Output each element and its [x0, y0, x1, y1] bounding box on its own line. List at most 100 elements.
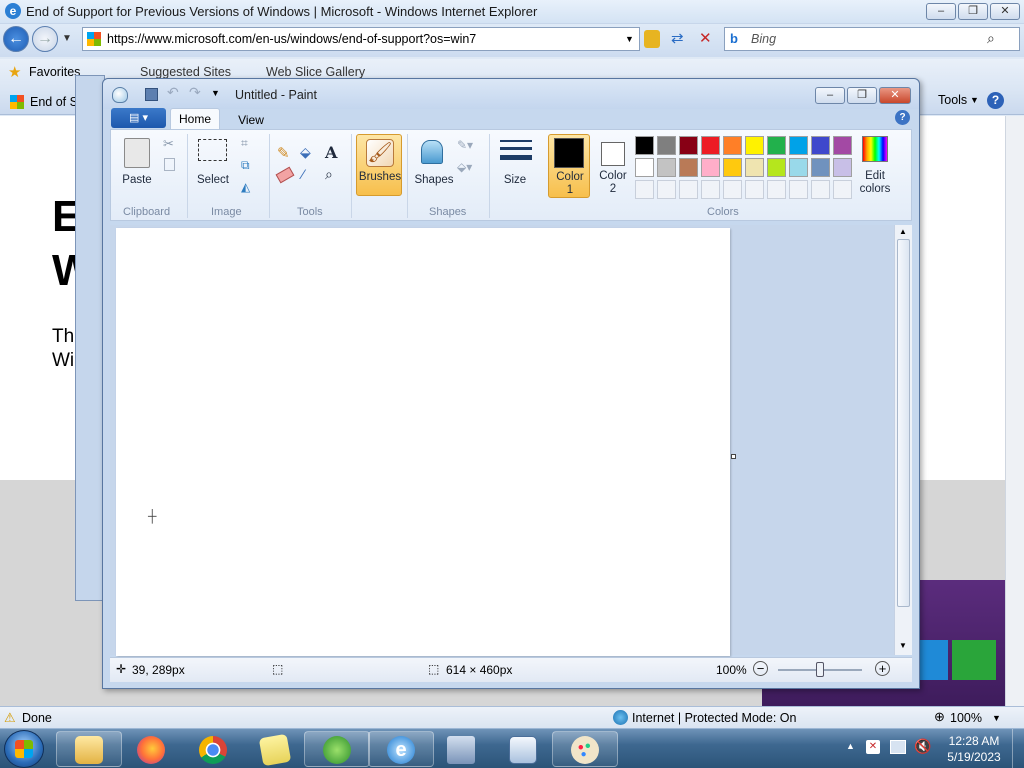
tools-menu[interactable]: Tools: [938, 93, 967, 107]
eraser-icon[interactable]: [275, 166, 295, 184]
tab-view[interactable]: View: [230, 110, 272, 130]
tools-chevron-icon[interactable]: ▼: [970, 95, 979, 105]
color2-button[interactable]: Color 2: [593, 134, 633, 198]
zoom-dropdown-icon[interactable]: ▼: [992, 713, 1001, 723]
scroll-up-icon[interactable]: ▲: [899, 227, 907, 236]
taskbar-firefox[interactable]: [118, 731, 184, 767]
palette-swatch[interactable]: [701, 158, 720, 177]
palette-swatch[interactable]: [767, 136, 786, 155]
palette-empty-swatch[interactable]: [767, 180, 786, 199]
close-button[interactable]: ✕: [990, 3, 1020, 20]
palette-swatch[interactable]: [635, 136, 654, 155]
action-center-icon[interactable]: ✕: [866, 740, 880, 754]
fill-icon[interactable]: ⬙: [300, 144, 311, 161]
palette-swatch[interactable]: [789, 158, 808, 177]
palette-swatch[interactable]: [679, 158, 698, 177]
undo-icon[interactable]: ↶: [167, 84, 179, 101]
web-slice-gallery-link[interactable]: Web Slice Gallery: [266, 65, 365, 79]
address-bar[interactable]: https://www.microsoft.com/en-us/windows/…: [82, 27, 640, 51]
palette-swatch[interactable]: [745, 158, 764, 177]
taskbar-wordpad[interactable]: [490, 731, 556, 767]
taskbar-internet-explorer[interactable]: e: [368, 731, 434, 767]
palette-empty-swatch[interactable]: [635, 180, 654, 199]
suggested-sites-link[interactable]: Suggested Sites: [140, 65, 231, 79]
network-icon[interactable]: [890, 740, 906, 754]
ie-vertical-scrollbar[interactable]: [1005, 116, 1024, 706]
lock-icon[interactable]: [644, 30, 660, 48]
pencil-icon[interactable]: ✎: [277, 144, 290, 162]
zoom-slider[interactable]: [778, 662, 862, 677]
address-dropdown-icon[interactable]: ▼: [625, 34, 634, 44]
status-zone[interactable]: Internet | Protected Mode: On: [632, 711, 796, 725]
canvas-vertical-scrollbar[interactable]: ▲ ▼: [894, 225, 912, 655]
crop-icon[interactable]: ⌗: [241, 136, 248, 151]
zoom-slider-thumb[interactable]: [816, 662, 824, 677]
palette-empty-swatch[interactable]: [789, 180, 808, 199]
palette-swatch[interactable]: [723, 158, 742, 177]
redo-icon[interactable]: ↷: [189, 84, 201, 101]
palette-swatch[interactable]: [833, 136, 852, 155]
rotate-icon[interactable]: ◭: [241, 180, 250, 194]
paint-help-icon[interactable]: ?: [895, 110, 910, 125]
help-icon[interactable]: ?: [987, 92, 1004, 109]
palette-swatch[interactable]: [723, 136, 742, 155]
select-button[interactable]: Select: [195, 134, 231, 196]
save-icon[interactable]: [145, 88, 158, 101]
palette-swatch[interactable]: [833, 158, 852, 177]
palette-empty-swatch[interactable]: [811, 180, 830, 199]
tab-home[interactable]: Home: [170, 108, 220, 130]
clock-date[interactable]: 5/19/2023: [944, 750, 1004, 764]
clock-time[interactable]: 12:28 AM: [946, 734, 1002, 748]
palette-swatch[interactable]: [811, 158, 830, 177]
taskbar-sticky-notes[interactable]: [242, 731, 308, 767]
zoom-out-icon[interactable]: −: [753, 661, 768, 676]
canvas-resize-handle[interactable]: [731, 454, 736, 459]
palette-swatch[interactable]: [767, 158, 786, 177]
shape-fill-icon[interactable]: ⬙▾: [457, 160, 472, 174]
palette-empty-swatch[interactable]: [679, 180, 698, 199]
palette-swatch[interactable]: [679, 136, 698, 155]
palette-empty-swatch[interactable]: [723, 180, 742, 199]
palette-swatch[interactable]: [701, 136, 720, 155]
maximize-button[interactable]: ❐: [958, 3, 988, 20]
recent-pages-chevron-icon[interactable]: ▼: [62, 33, 72, 44]
status-zoom[interactable]: 100%: [950, 711, 982, 725]
paint-close-button[interactable]: ✕: [879, 87, 911, 104]
copy-icon[interactable]: [164, 158, 175, 171]
taskbar-paint[interactable]: [552, 731, 618, 767]
search-box[interactable]: b Bing ⌕: [724, 27, 1020, 51]
paint-maximize-button[interactable]: ❐: [847, 87, 877, 104]
edit-colors-button[interactable]: Edit colors: [855, 134, 895, 198]
palette-empty-swatch[interactable]: [701, 180, 720, 199]
taskbar-chrome[interactable]: [180, 731, 246, 767]
palette-empty-swatch[interactable]: [833, 180, 852, 199]
palette-swatch[interactable]: [811, 136, 830, 155]
cut-icon[interactable]: ✂: [163, 136, 174, 152]
color-picker-icon[interactable]: ⁄: [302, 166, 304, 182]
refresh-icon[interactable]: ⇄: [671, 29, 684, 47]
stop-icon[interactable]: ✕: [699, 29, 712, 47]
size-button[interactable]: Size: [497, 134, 533, 196]
outline-icon[interactable]: ✎▾: [457, 138, 473, 152]
paint-app-menu-button[interactable]: ▤ ▾: [111, 108, 166, 128]
palette-swatch[interactable]: [745, 136, 764, 155]
paint-minimize-button[interactable]: –: [815, 87, 845, 104]
palette-swatch[interactable]: [635, 158, 654, 177]
palette-swatch[interactable]: [657, 136, 676, 155]
taskbar-windows-update[interactable]: [304, 731, 370, 767]
forward-button[interactable]: →: [32, 26, 58, 52]
magnifier-icon[interactable]: ⌕: [325, 166, 333, 183]
show-hidden-icons-icon[interactable]: ▲: [846, 741, 855, 751]
brushes-button[interactable]: 🖌 Brushes: [356, 134, 402, 196]
palette-swatch[interactable]: [657, 158, 676, 177]
favorites-star-icon[interactable]: ★: [8, 63, 21, 81]
drawing-canvas[interactable]: ┼: [116, 228, 730, 656]
search-icon[interactable]: ⌕: [987, 30, 995, 47]
start-button[interactable]: [4, 730, 44, 768]
zoom-in-icon[interactable]: +: [875, 661, 890, 676]
favorites-label[interactable]: Favorites: [29, 65, 80, 79]
resize-icon[interactable]: ⧉: [241, 158, 250, 173]
taskbar-explorer[interactable]: [56, 731, 122, 767]
minimize-button[interactable]: –: [926, 3, 956, 20]
palette-empty-swatch[interactable]: [657, 180, 676, 199]
